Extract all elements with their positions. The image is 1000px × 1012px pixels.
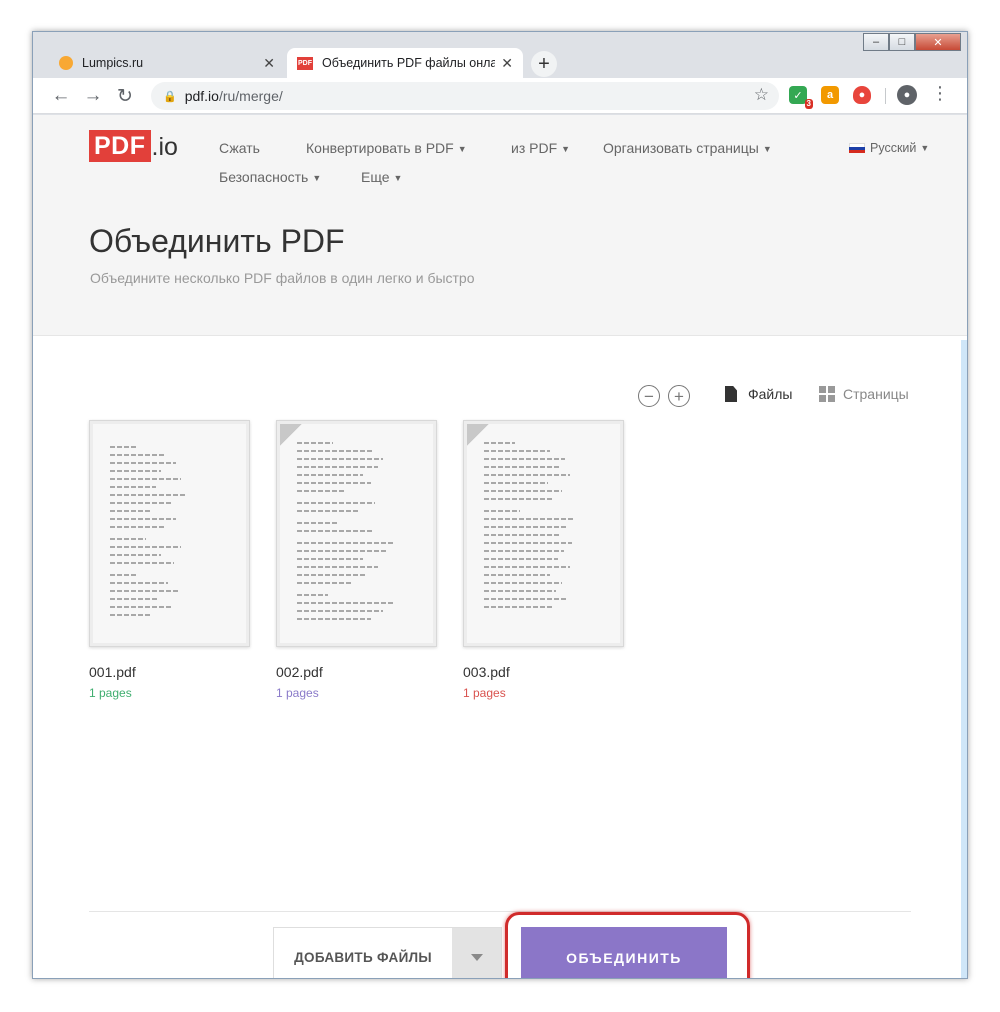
- grid-icon: [819, 386, 835, 402]
- nav-label: Сжать: [219, 140, 260, 156]
- merge-button[interactable]: ОБЪЕДИНИТЬ: [521, 927, 727, 978]
- address-bar[interactable]: 🔒 pdf.io/ru/merge/ ☆: [151, 82, 779, 110]
- russia-flag-icon: [849, 143, 865, 153]
- caret-down-icon: ▼: [312, 173, 322, 184]
- nav-compress[interactable]: Сжать: [219, 140, 260, 156]
- url-host: pdf.io: [184, 88, 219, 104]
- browser-toolbar: ← → ↻ 🔒 pdf.io/ru/merge/ ☆ ✓ 3 a ● ● ⋮: [33, 78, 967, 114]
- language-label: Русский: [870, 141, 917, 155]
- new-tab-button[interactable]: +: [531, 51, 557, 77]
- orange-slice-icon: [59, 56, 73, 70]
- language-selector[interactable]: Русский ▼: [849, 141, 929, 155]
- pages-label: Страницы: [843, 386, 909, 402]
- caret-down-icon: ▼: [457, 144, 467, 155]
- thumbnail-page: [467, 424, 620, 643]
- nav-organize-pages[interactable]: Организовать страницы ▼: [603, 140, 772, 156]
- add-files-dropdown[interactable]: [452, 928, 501, 978]
- page-subtitle: Объедините несколько PDF файлов в один л…: [90, 270, 475, 286]
- nav-convert-to-pdf[interactable]: Конвертировать в PDF ▼: [306, 140, 467, 156]
- profile-avatar-icon[interactable]: ●: [897, 85, 917, 105]
- shield-extension-icon[interactable]: ●: [853, 86, 871, 104]
- file-page-count: 1 pages: [463, 686, 506, 700]
- caret-down-icon: ▼: [920, 143, 930, 153]
- logo-io-text: .io: [151, 133, 178, 161]
- url-path: /ru/merge/: [218, 88, 283, 104]
- viewer-controls: − + Файлы Страницы: [33, 363, 967, 423]
- thumbnail-page: [280, 424, 433, 643]
- files-view-toggle[interactable]: Файлы: [725, 386, 792, 402]
- file-name: 003.pdf: [463, 664, 510, 680]
- zoom-out-icon[interactable]: −: [638, 385, 660, 407]
- tab-pdfio[interactable]: PDF Объединить PDF файлы онлайн ✕: [287, 48, 523, 78]
- tab-title: Lumpics.ru: [82, 56, 144, 70]
- file-icon: [725, 386, 737, 402]
- caret-down-icon: ▼: [762, 144, 772, 155]
- file-thumbnail[interactable]: [463, 420, 624, 647]
- file-page-count: 1 pages: [89, 686, 132, 700]
- caret-down-icon: ▼: [393, 173, 403, 184]
- nav-label: из PDF: [511, 140, 558, 156]
- nav-security[interactable]: Безопасность ▼: [219, 169, 321, 185]
- menu-kebab-icon[interactable]: ⋮: [931, 83, 949, 104]
- thumbnail-page: [93, 424, 246, 643]
- file-thumbnail[interactable]: [89, 420, 250, 647]
- caret-down-icon: ▼: [561, 144, 571, 155]
- pdf-favicon-icon: PDF: [297, 56, 313, 70]
- tab-strip: Lumpics.ru ✕ PDF Объединить PDF файлы он…: [33, 46, 967, 78]
- add-files-label: ДОБАВИТЬ ФАЙЛЫ: [294, 950, 432, 965]
- tab-lumpics[interactable]: Lumpics.ru ✕: [49, 48, 285, 78]
- shopping-bag-extension-icon[interactable]: a: [821, 86, 839, 104]
- toolbar-separator: [885, 88, 886, 104]
- shield-check-extension-icon[interactable]: ✓ 3: [789, 86, 813, 109]
- hero-section: PDF .io Сжать Конвертировать в PDF ▼ из P…: [33, 115, 967, 336]
- pages-view-toggle[interactable]: Страницы: [819, 386, 909, 402]
- nav-label: Безопасность: [219, 169, 309, 185]
- tab-title: Объединить PDF файлы онлайн: [322, 56, 496, 70]
- file-card[interactable]: 001.pdf 1 pages: [89, 420, 250, 700]
- caret-down-icon: [470, 954, 483, 961]
- file-card[interactable]: 003.pdf 1 pages: [463, 420, 624, 700]
- browser-window: ‒ □ ✕ Lumpics.ru ✕ PDF Объединить PDF фа…: [32, 31, 968, 979]
- page-content: PDF .io Сжать Конвертировать в PDF ▼ из P…: [33, 115, 967, 978]
- nav-label: Организовать страницы: [603, 140, 759, 156]
- nav-more[interactable]: Еще ▼: [361, 169, 402, 185]
- nav-label: Еще: [361, 169, 390, 185]
- files-label: Файлы: [748, 386, 793, 402]
- tab-close-icon[interactable]: ✕: [263, 55, 275, 72]
- tab-close-icon[interactable]: ✕: [501, 55, 513, 72]
- file-name: 001.pdf: [89, 664, 136, 680]
- extension-badge: 3: [804, 99, 813, 109]
- divider: [89, 911, 911, 912]
- back-arrow-icon[interactable]: ←: [49, 84, 73, 108]
- file-page-count: 1 pages: [276, 686, 319, 700]
- file-name: 002.pdf: [276, 664, 323, 680]
- right-edge-bar: [961, 340, 967, 978]
- bookmark-star-icon[interactable]: ☆: [754, 85, 769, 105]
- page-title: Объединить PDF: [89, 223, 345, 259]
- zoom-in-icon[interactable]: +: [668, 385, 690, 407]
- nav-from-pdf[interactable]: из PDF ▼: [511, 140, 570, 156]
- file-card[interactable]: 002.pdf 1 pages: [276, 420, 437, 700]
- forward-arrow-icon[interactable]: →: [81, 84, 105, 108]
- file-thumbnail[interactable]: [276, 420, 437, 647]
- reload-icon[interactable]: ↻: [113, 84, 137, 108]
- add-files-button[interactable]: ДОБАВИТЬ ФАЙЛЫ: [273, 927, 502, 978]
- logo-pdf-text: PDF: [89, 130, 151, 162]
- pdfio-logo[interactable]: PDF .io: [89, 130, 178, 162]
- lock-icon: 🔒: [163, 90, 177, 103]
- nav-label: Конвертировать в PDF: [306, 140, 454, 156]
